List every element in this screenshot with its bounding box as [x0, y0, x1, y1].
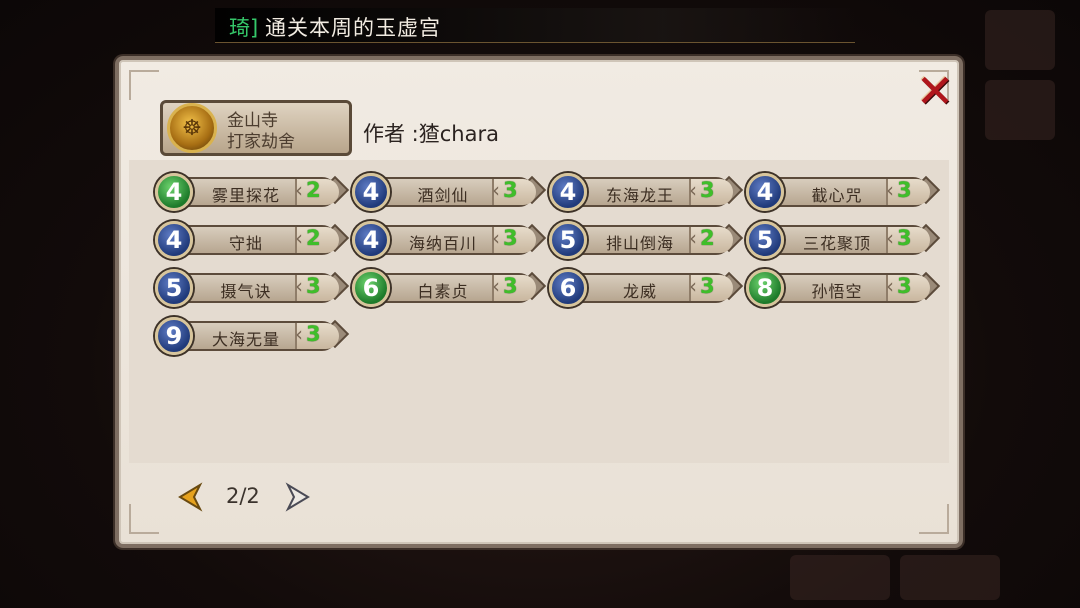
chevron-left-icon: ‹ [689, 274, 697, 298]
skill-count: 3 [897, 274, 912, 298]
skill-count: 2 [306, 178, 321, 202]
skill-chip[interactable]: ‹ 6 龙威 3 [549, 269, 744, 307]
skill-chip[interactable]: ‹ 4 酒剑仙 3 [352, 173, 547, 211]
skill-chip[interactable]: ‹ 4 海纳百川 3 [352, 221, 547, 259]
skill-name: 白素贞 [417, 282, 469, 301]
banner-text: 通关本周的玉虚宫 [265, 16, 441, 40]
skill-name: 龙威 [622, 282, 657, 301]
chevron-left-icon: ‹ [689, 226, 697, 250]
skill-name: 摄气诀 [220, 282, 272, 301]
skill-level-badge: 8 [746, 269, 784, 307]
skill-name: 大海无量 [211, 330, 280, 349]
chevron-left-icon: ‹ [689, 178, 697, 202]
skill-name: 截心咒 [811, 186, 863, 205]
skill-name: 东海龙王 [605, 186, 674, 205]
skill-chip[interactable]: ‹ 5 排山倒海 2 [549, 221, 744, 259]
corner-ornament [919, 504, 949, 534]
close-button[interactable]: ✕ [914, 64, 956, 118]
skill-chip[interactable]: ‹ 8 孙悟空 3 [746, 269, 941, 307]
skill-count: 3 [503, 178, 518, 202]
chevron-left-icon: ‹ [886, 226, 894, 250]
chevron-left-icon: ‹ [492, 274, 500, 298]
author-badge[interactable]: ☸ 金山寺 打家劫舍 [160, 100, 352, 156]
background-decoration [985, 10, 1055, 70]
skill-count: 3 [897, 178, 912, 202]
skill-level-badge: 5 [155, 269, 193, 307]
skill-level-badge: 4 [746, 173, 784, 211]
chevron-left-icon: ‹ [295, 322, 303, 346]
monk-avatar-icon: ☸ [167, 103, 217, 153]
skill-name: 孙悟空 [811, 282, 863, 301]
skill-chip[interactable]: ‹ 5 摄气诀 3 [155, 269, 350, 307]
corner-ornament [129, 70, 159, 100]
banner-player-name: 琦] [229, 16, 259, 40]
skill-count: 3 [700, 178, 715, 202]
skill-name: 酒剑仙 [417, 186, 469, 205]
skill-count: 3 [700, 274, 715, 298]
background-decoration [985, 80, 1055, 140]
author-label: 作者 :猹chara [363, 122, 499, 146]
background-decoration [900, 555, 1000, 600]
skill-name: 三花聚顶 [802, 234, 871, 253]
skill-count: 3 [503, 226, 518, 250]
corner-ornament [129, 504, 159, 534]
skill-chip[interactable]: ‹ 4 截心咒 3 [746, 173, 941, 211]
close-x-icon: ✕ [915, 64, 955, 118]
skill-count: 3 [306, 322, 321, 346]
background-decoration [790, 555, 890, 600]
skill-name: 海纳百川 [408, 234, 477, 253]
author-title: 打家劫舍 [227, 132, 295, 152]
skill-chip[interactable]: ‹ 4 守拙 2 [155, 221, 350, 259]
skill-name: 守拙 [228, 234, 263, 253]
skill-chip[interactable]: ‹ 4 雾里探花 2 [155, 173, 350, 211]
skill-name: 雾里探花 [211, 186, 280, 205]
skill-level-badge: 6 [352, 269, 390, 307]
skill-chip[interactable]: ‹ 5 三花聚顶 3 [746, 221, 941, 259]
chevron-left-icon: ‹ [886, 274, 894, 298]
skill-count: 3 [503, 274, 518, 298]
skill-level-badge: 4 [549, 173, 587, 211]
notice-banner: 琦] 通关本周的玉虚宫 [215, 8, 855, 43]
skill-level-badge: 5 [746, 221, 784, 259]
skill-chip[interactable]: ‹ 4 东海龙王 3 [549, 173, 744, 211]
skill-name: 排山倒海 [605, 234, 674, 253]
chevron-left-icon: ‹ [886, 178, 894, 202]
skill-count: 3 [897, 226, 912, 250]
skill-level-badge: 4 [352, 221, 390, 259]
skill-level-badge: 6 [549, 269, 587, 307]
skill-level-badge: 4 [352, 173, 390, 211]
skill-count: 2 [306, 226, 321, 250]
chevron-left-icon: ‹ [295, 178, 303, 202]
skill-chip[interactable]: ‹ 9 大海无量 3 [155, 317, 350, 355]
arrow-right-icon[interactable] [284, 482, 312, 512]
chevron-left-icon: ‹ [295, 226, 303, 250]
chevron-left-icon: ‹ [492, 226, 500, 250]
skill-count: 3 [306, 274, 321, 298]
skill-count: 2 [700, 226, 715, 250]
skill-level-badge: 5 [549, 221, 587, 259]
chevron-left-icon: ‹ [295, 274, 303, 298]
skill-chip[interactable]: ‹ 6 白素贞 3 [352, 269, 547, 307]
skill-level-badge: 4 [155, 173, 193, 211]
arrow-left-icon[interactable] [176, 482, 204, 512]
skill-level-badge: 9 [155, 317, 193, 355]
page-indicator: 2/2 [226, 484, 260, 508]
chevron-left-icon: ‹ [492, 178, 500, 202]
skill-level-badge: 4 [155, 221, 193, 259]
